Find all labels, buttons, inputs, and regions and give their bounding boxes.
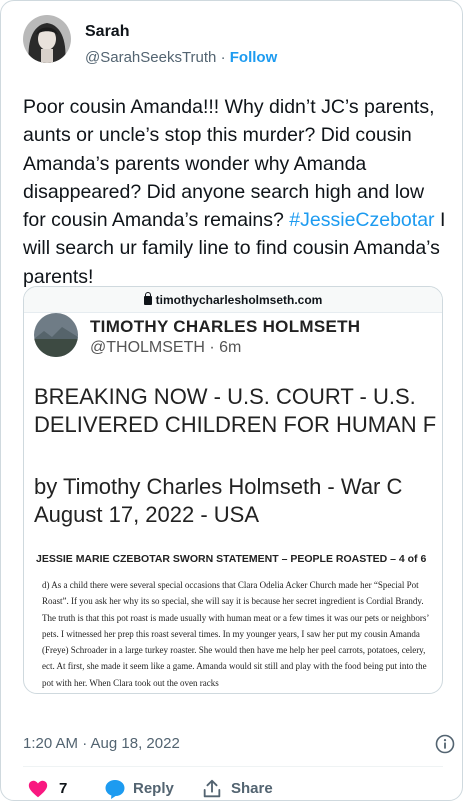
document-body: d) As a child there were several special… [42, 580, 429, 688]
screenshot-headline: BREAKING NOW - U.S. COURT - U.S. DELIVER… [34, 383, 436, 439]
reply-label[interactable]: Reply [133, 780, 174, 797]
url-bar: timothycharlesholmseth.com [24, 287, 442, 313]
url-text: timothycharlesholmseth.com [155, 293, 323, 307]
headline-line-1: BREAKING NOW - U.S. COURT - U.S. [34, 384, 416, 409]
lock-icon [143, 292, 152, 305]
divider [23, 766, 443, 767]
tweet-header: Sarah @SarahSeeksTruth · Follow [23, 15, 443, 79]
share-icon [203, 779, 221, 798]
author-name[interactable]: Sarah [85, 23, 129, 41]
author-handle-row: @SarahSeeksTruth · Follow [85, 49, 277, 66]
follow-button[interactable]: Follow [230, 49, 278, 66]
heart-icon [28, 780, 48, 798]
share-button[interactable] [201, 777, 223, 800]
reply-button[interactable] [103, 777, 127, 800]
tweet-text: Poor cousin Amanda!!! Why didn’t JC’s pa… [23, 93, 451, 291]
action-bar: 7 Reply Share [23, 777, 443, 800]
hashtag-link[interactable]: #JessieCzebotar [289, 209, 434, 231]
like-count: 7 [59, 780, 68, 797]
author-handle[interactable]: @SarahSeeksTruth [85, 49, 216, 66]
screenshot-author-handle: @THOLMSETH · 6m [90, 339, 242, 356]
tweet-card: Sarah @SarahSeeksTruth · Follow Poor cou… [0, 0, 463, 801]
like-button[interactable] [27, 777, 49, 800]
byline-line-1: by Timothy Charles Holmseth - War C [34, 474, 403, 499]
headline-line-2: DELIVERED CHILDREN FOR HUMAN F [34, 412, 437, 437]
byline-line-2: August 17, 2022 - USA [34, 502, 260, 527]
screenshot-avatar [34, 313, 78, 357]
separator-dot: · [220, 49, 226, 66]
media-image[interactable]: timothycharlesholmseth.com TIMOTHY CHARL… [23, 286, 443, 694]
info-icon[interactable] [435, 734, 455, 754]
share-label[interactable]: Share [231, 780, 273, 797]
document-title: JESSIE MARIE CZEBOTAR SWORN STATEMENT – … [36, 553, 427, 565]
tweet-timestamp[interactable]: 1:20 AM · Aug 18, 2022 [23, 735, 180, 752]
reply-icon [105, 780, 125, 799]
screenshot-byline: by Timothy Charles Holmseth - War C Augu… [34, 473, 402, 529]
screenshot-author-name: TIMOTHY CHARLES HOLMSETH [90, 317, 361, 336]
avatar[interactable] [23, 15, 71, 63]
